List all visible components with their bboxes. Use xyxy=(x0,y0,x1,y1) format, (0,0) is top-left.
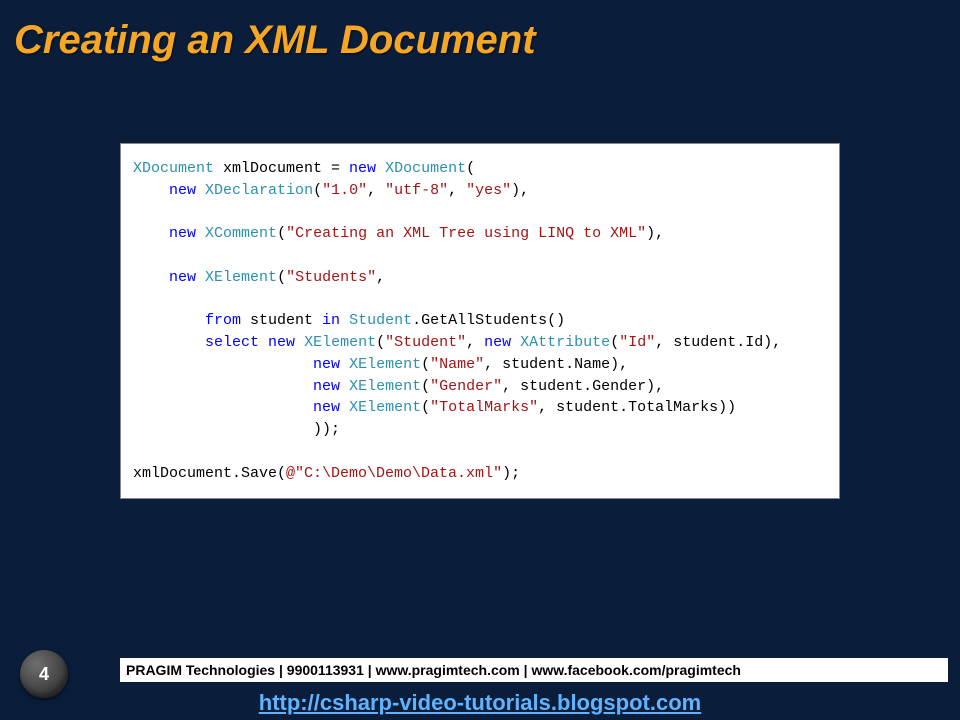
footer-bar: PRAGIM Technologies | 9900113931 | www.p… xyxy=(120,658,948,682)
code-block: XDocument xmlDocument = new XDocument( n… xyxy=(120,143,840,499)
page-number-badge: 4 xyxy=(20,650,68,698)
code-content: XDocument xmlDocument = new XDocument( n… xyxy=(133,158,827,484)
footer-link[interactable]: http://csharp-video-tutorials.blogspot.c… xyxy=(0,690,960,716)
slide-title: Creating an XML Document xyxy=(0,0,960,63)
